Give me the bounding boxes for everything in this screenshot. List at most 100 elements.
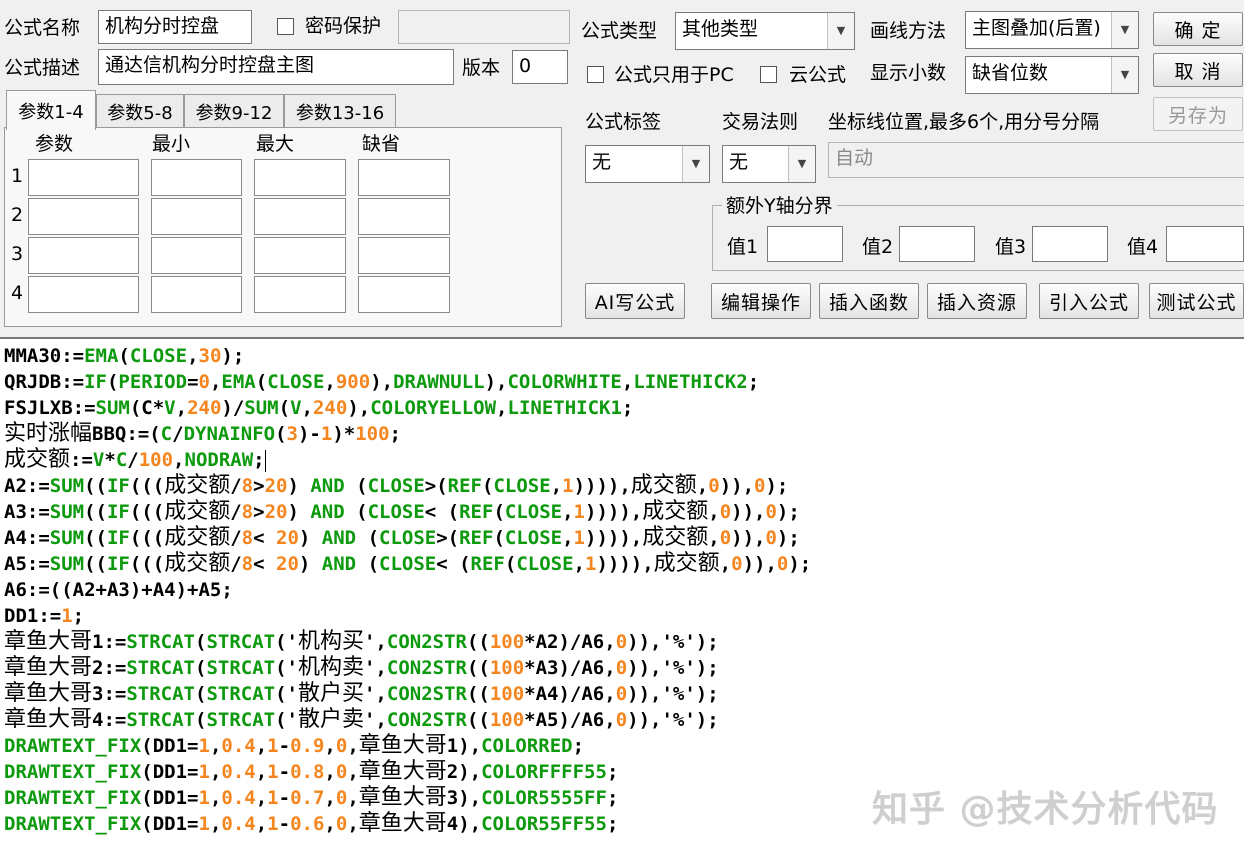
param-2-max[interactable] xyxy=(254,198,346,235)
param-1-name[interactable] xyxy=(28,159,139,196)
password-checkbox[interactable] xyxy=(277,18,294,35)
code-token: CLOSE xyxy=(493,475,551,497)
tab-params-13-16[interactable]: 参数13-16 xyxy=(284,94,396,128)
code-token: , xyxy=(347,787,359,809)
code-line[interactable]: 章鱼大哥3:=STRCAT(STRCAT('散户买',CON2STR((100*… xyxy=(4,681,719,707)
yaxis-v4-input[interactable] xyxy=(1166,226,1244,262)
param-2-default[interactable] xyxy=(358,198,450,235)
code-token: CLOSE xyxy=(379,527,437,549)
code-line[interactable]: 成交额:=V*C/100,NODRAW; xyxy=(4,447,266,473)
chevron-down-icon[interactable]: ▼ xyxy=(788,146,815,182)
param-1-min[interactable] xyxy=(151,159,242,196)
code-line[interactable]: 实时涨幅BBQ:=(C/DYNAINFO(3)-1)*100; xyxy=(4,421,401,447)
chevron-down-icon[interactable]: ▼ xyxy=(1111,57,1138,93)
param-1-max[interactable] xyxy=(254,159,346,196)
tab-params-5-8[interactable]: 参数5-8 xyxy=(96,94,184,128)
param-4-min[interactable] xyxy=(151,276,242,313)
code-token: CON2STR xyxy=(386,657,467,679)
code-token: 章鱼大哥 xyxy=(4,655,93,680)
ai-write-button[interactable]: AI写公式 xyxy=(585,283,685,319)
code-token: - xyxy=(278,813,291,835)
code-line[interactable]: A6:=((A2+A3)+A4)+A5; xyxy=(4,577,233,603)
code-token: 成交额 xyxy=(164,499,231,524)
param-4-max[interactable] xyxy=(254,276,346,313)
tab-params-1-4[interactable]: 参数1-4 xyxy=(6,90,96,130)
param-4-name[interactable] xyxy=(28,276,139,313)
code-line[interactable]: MMA30:=EMA(CLOSE,30); xyxy=(4,343,244,369)
version-input[interactable]: 0 xyxy=(512,50,568,84)
param-2-min[interactable] xyxy=(151,198,242,235)
param-3-name[interactable] xyxy=(28,237,139,274)
param-2-name[interactable] xyxy=(28,198,139,235)
code-line[interactable]: A5:=SUM((IF(((成交额/8< 20) AND (CLOSE< (RE… xyxy=(4,551,811,577)
code-token: QRJDB:= xyxy=(4,371,85,393)
yaxis-v2-input[interactable] xyxy=(899,226,975,262)
code-token: AND xyxy=(321,527,357,549)
edit-ops-button[interactable]: 编辑操作 xyxy=(711,283,811,319)
chevron-down-icon[interactable]: ▼ xyxy=(827,13,854,49)
code-line[interactable]: A2:=SUM((IF(((成交额/8>20) AND (CLOSE>(REF(… xyxy=(4,473,788,499)
draw-method-select[interactable]: 主图叠加(后置) ▼ xyxy=(965,11,1139,49)
code-line[interactable]: DRAWTEXT_FIX(DD1=1,0.4,1-0.7,0,章鱼大哥3),CO… xyxy=(4,785,618,811)
test-formula-button[interactable]: 测试公式 xyxy=(1149,283,1244,319)
decimals-select[interactable]: 缺省位数 ▼ xyxy=(965,56,1139,94)
code-line[interactable]: DRAWTEXT_FIX(DD1=1,0.4,1-0.8,0,章鱼大哥2),CO… xyxy=(4,759,618,785)
code-token: 0 xyxy=(615,709,628,731)
code-token: )- xyxy=(297,423,321,445)
chevron-down-icon[interactable]: ▼ xyxy=(1111,12,1138,48)
code-line[interactable]: 章鱼大哥1:=STRCAT(STRCAT('机构买',CON2STR((100*… xyxy=(4,629,719,655)
code-line[interactable]: A4:=SUM((IF(((成交额/8< 20) AND (CLOSE>(REF… xyxy=(4,525,800,551)
ok-button[interactable]: 确 定 xyxy=(1153,12,1243,46)
code-token: STRCAT xyxy=(126,683,195,705)
code-token: / xyxy=(230,553,242,575)
code-line[interactable]: 章鱼大哥4:=STRCAT(STRCAT('散户卖',CON2STR((100*… xyxy=(4,707,719,733)
code-token: STRCAT xyxy=(206,657,276,679)
formula-tag-select[interactable]: 无 ▼ xyxy=(585,145,710,183)
text-cursor xyxy=(264,449,266,472)
insert-resource-button[interactable]: 插入资源 xyxy=(927,283,1027,319)
code-token: 0.9 xyxy=(290,735,325,757)
formula-type-select[interactable]: 其他类型 ▼ xyxy=(675,12,855,50)
coord-line-input[interactable]: 自动 xyxy=(828,142,1244,178)
code-token: STRCAT xyxy=(126,709,195,731)
param-3-default[interactable] xyxy=(358,237,450,274)
import-formula-button[interactable]: 引入公式 xyxy=(1039,283,1139,319)
code-token: ), xyxy=(370,371,394,393)
cancel-button[interactable]: 取 消 xyxy=(1153,53,1243,87)
param-4-default[interactable] xyxy=(358,276,450,313)
yaxis-v1-input[interactable] xyxy=(767,226,843,262)
code-token: > xyxy=(253,475,265,497)
code-line[interactable]: QRJDB:=IF(PERIOD=0,EMA(CLOSE,900),DRAWNU… xyxy=(4,369,759,395)
cloud-checkbox[interactable] xyxy=(760,66,777,83)
code-token: ((( xyxy=(129,501,165,523)
code-line[interactable]: DRAWTEXT_FIX(DD1=1,0.4,1-0.9,0,章鱼大哥1),CO… xyxy=(4,733,584,759)
code-line[interactable]: 章鱼大哥2:=STRCAT(STRCAT('机构卖',CON2STR((100*… xyxy=(4,655,719,681)
code-line[interactable]: FSJLXB:=SUM(C*V,240)/SUM(V,240),COLORYEL… xyxy=(4,395,633,421)
code-token: < xyxy=(253,553,277,575)
code-token: 1 xyxy=(562,475,574,497)
param-header-min: 最小 xyxy=(152,133,191,155)
insert-function-button[interactable]: 插入函数 xyxy=(819,283,919,319)
code-line[interactable]: DD1:=1; xyxy=(4,603,84,629)
tab-params-9-12[interactable]: 参数9-12 xyxy=(184,94,284,128)
code-token: (' xyxy=(275,631,298,653)
formula-name-input[interactable]: 机构分时控盘 xyxy=(98,10,252,44)
pc-only-checkbox[interactable] xyxy=(587,66,604,83)
code-token: (( xyxy=(466,683,490,705)
code-token: 0.7 xyxy=(290,787,325,809)
code-token: , xyxy=(209,371,222,393)
param-3-min[interactable] xyxy=(151,237,242,274)
code-token: 4), xyxy=(446,813,482,835)
chevron-down-icon[interactable]: ▼ xyxy=(682,146,709,182)
param-3-max[interactable] xyxy=(254,237,346,274)
code-line[interactable]: A3:=SUM((IF(((成交额/8>20) AND (CLOSE< (REF… xyxy=(4,499,800,525)
formula-desc-input[interactable]: 通达信机构分时控盘主图 xyxy=(98,49,454,85)
trade-rule-select[interactable]: 无 ▼ xyxy=(722,145,816,183)
param-1-default[interactable] xyxy=(358,159,450,196)
code-editor[interactable]: MMA30:=EMA(CLOSE,30); QRJDB:=IF(PERIOD=0,… xyxy=(0,337,1244,853)
code-token: (DD1= xyxy=(141,787,199,809)
yaxis-v3-input[interactable] xyxy=(1032,226,1108,262)
code-token: 1 xyxy=(198,787,210,809)
code-line[interactable]: DRAWTEXT_FIX(DD1=1,0.4,1-0.6,0,章鱼大哥4),CO… xyxy=(4,811,618,837)
code-token: COLORYELLOW xyxy=(370,397,497,419)
